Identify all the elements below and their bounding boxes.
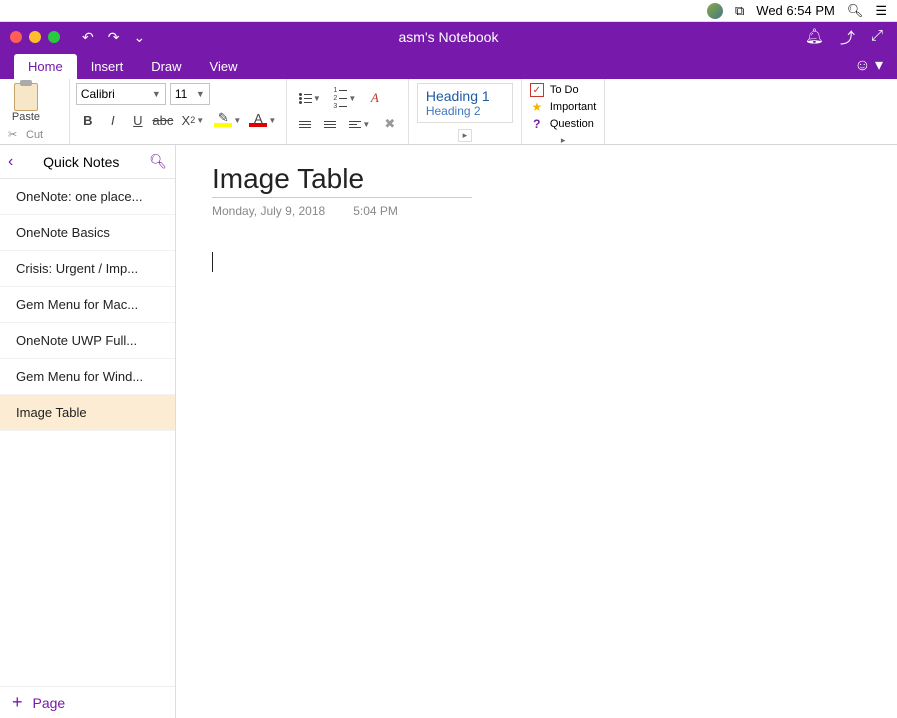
- window-controls: [0, 31, 60, 43]
- tab-view[interactable]: View: [196, 54, 252, 79]
- highlight-button[interactable]: ✎▼: [211, 109, 245, 131]
- numbering-icon: 123: [333, 87, 347, 110]
- mac-menubar: ⧉ Wed 6:54 PM 🔍︎ ☰: [0, 0, 897, 22]
- font-size-select[interactable]: 11▼: [170, 83, 210, 105]
- page-list-item[interactable]: OneNote: one place...: [0, 179, 175, 215]
- qat-customize-button[interactable]: ⌄: [133, 29, 145, 46]
- bullets-icon: [299, 93, 312, 104]
- quick-access-toolbar: ↶ ↷ ⌄: [82, 29, 145, 46]
- feedback-icon[interactable]: ☺ ▾: [854, 55, 883, 75]
- redo-button[interactable]: ↷: [108, 29, 120, 46]
- tab-insert[interactable]: Insert: [77, 54, 138, 79]
- page-list-item[interactable]: Image Table: [0, 395, 175, 431]
- notification-center-icon[interactable]: ☰: [875, 3, 887, 19]
- airplay-icon[interactable]: ⧉: [735, 3, 744, 19]
- paragraph-group: ▼ 123 ▼ A ▼ ✖: [287, 79, 409, 144]
- section-title[interactable]: Quick Notes: [43, 154, 119, 170]
- undo-button[interactable]: ↶: [82, 29, 94, 46]
- page-time: 5:04 PM: [353, 204, 398, 218]
- style-heading2[interactable]: Heading 2: [426, 104, 504, 118]
- page-list-item[interactable]: OneNote Basics: [0, 215, 175, 251]
- page-list-item[interactable]: OneNote UWP Full...: [0, 323, 175, 359]
- tag-question[interactable]: ?Question: [530, 117, 596, 131]
- align-icon: [349, 121, 361, 128]
- paste-label: Paste: [12, 111, 40, 123]
- question-icon: ?: [530, 117, 544, 131]
- add-page-button[interactable]: + Page: [0, 686, 175, 718]
- page-title[interactable]: Image Table: [212, 163, 472, 198]
- style-heading1[interactable]: Heading 1: [426, 88, 504, 104]
- menubar-clock[interactable]: Wed 6:54 PM: [756, 3, 835, 18]
- align-button[interactable]: ▼: [343, 113, 377, 135]
- siri-icon[interactable]: [707, 3, 723, 19]
- cut-button[interactable]: ✂ Cut: [6, 127, 63, 143]
- tag-important[interactable]: ★Important: [530, 100, 596, 114]
- star-icon: ★: [530, 100, 544, 114]
- page-date: Monday, July 9, 2018: [212, 204, 325, 218]
- font-family-select[interactable]: Calibri▼: [76, 83, 166, 105]
- minimize-window-button[interactable]: [29, 31, 41, 43]
- outdent-button[interactable]: [293, 113, 317, 135]
- paste-icon: [14, 83, 38, 111]
- clear-formatting-icon: A: [371, 90, 379, 106]
- indent-icon: [324, 121, 336, 128]
- page-list-item[interactable]: Gem Menu for Wind...: [0, 359, 175, 395]
- page-list-item[interactable]: Gem Menu for Mac...: [0, 287, 175, 323]
- tag-todo[interactable]: ✓To Do: [530, 83, 596, 97]
- fullscreen-icon[interactable]: ⤢: [871, 27, 883, 48]
- font-color-button[interactable]: A▼: [246, 109, 280, 131]
- highlight-icon: ✎: [214, 113, 232, 127]
- zoom-window-button[interactable]: [48, 31, 60, 43]
- styles-group: Heading 1 Heading 2 ▸: [409, 79, 522, 144]
- ribbon-toolbar: Paste ✂ Cut ⎘ Copy 🖌 Format Calibri▼ 11▼: [0, 79, 897, 145]
- bold-button[interactable]: B: [76, 109, 100, 131]
- tab-draw[interactable]: Draw: [137, 54, 195, 79]
- window-titlebar: ↶ ↷ ⌄ asm's Notebook 🔔︎ ⤴ ⤢: [0, 22, 897, 52]
- styles-more-button[interactable]: ▸: [458, 129, 472, 142]
- indent-button[interactable]: [318, 113, 342, 135]
- underline-button[interactable]: U: [126, 109, 150, 131]
- share-icon[interactable]: ⤴: [840, 27, 855, 48]
- font-group: Calibri▼ 11▼ B I U abc X2▼ ✎▼ A▼: [70, 79, 287, 144]
- paste-button[interactable]: Paste: [6, 81, 46, 123]
- outdent-icon: [299, 121, 311, 128]
- tab-home[interactable]: Home: [14, 54, 77, 79]
- strikethrough-button[interactable]: abc: [151, 109, 175, 131]
- clipboard-group: Paste ✂ Cut ⎘ Copy 🖌 Format: [0, 79, 70, 144]
- subscript-button[interactable]: X2▼: [176, 109, 210, 131]
- clear-formatting-button[interactable]: A: [363, 87, 387, 109]
- page-canvas[interactable]: Image Table Monday, July 9, 2018 5:04 PM: [176, 145, 897, 718]
- delete-button[interactable]: ✖: [378, 113, 402, 135]
- page-list: OneNote: one place...OneNote BasicsCrisi…: [0, 179, 175, 686]
- page-list-item[interactable]: Crisis: Urgent / Imp...: [0, 251, 175, 287]
- tags-group: ✓To Do ★Important ?Question ▸ ✓ To Do: [522, 79, 605, 144]
- spotlight-icon[interactable]: 🔍︎: [847, 3, 864, 19]
- scissors-icon: ✂: [8, 128, 22, 142]
- styles-gallery[interactable]: Heading 1 Heading 2: [417, 83, 513, 123]
- notifications-icon[interactable]: 🔔︎: [805, 27, 824, 48]
- close-window-button[interactable]: [10, 31, 22, 43]
- search-button[interactable]: 🔍︎: [149, 153, 167, 170]
- back-button[interactable]: ‹: [8, 153, 13, 171]
- ribbon-tabs: Home Insert Draw View ☺ ▾: [0, 52, 897, 79]
- italic-button[interactable]: I: [101, 109, 125, 131]
- text-cursor: [212, 252, 213, 272]
- checkbox-icon: ✓: [530, 83, 544, 97]
- pages-sidebar: ‹ Quick Notes 🔍︎ OneNote: one place...On…: [0, 145, 176, 718]
- bullets-button[interactable]: ▼: [293, 87, 327, 109]
- numbering-button[interactable]: 123 ▼: [328, 87, 362, 109]
- font-color-icon: A: [249, 113, 267, 127]
- plus-icon: +: [12, 692, 23, 713]
- window-title: asm's Notebook: [399, 29, 499, 45]
